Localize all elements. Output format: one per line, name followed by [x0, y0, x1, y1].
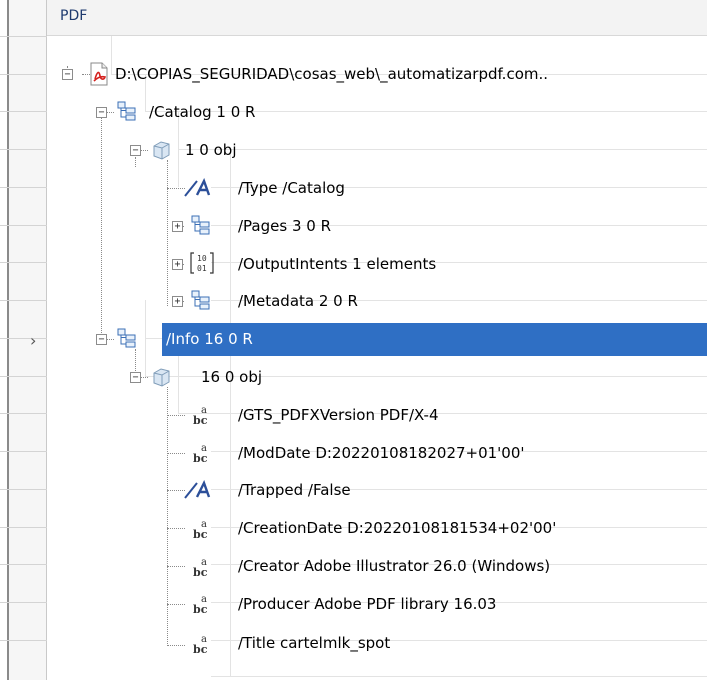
tree-node-creationdate[interactable]: /CreationDate D:20220108181534+02'00' [238, 519, 556, 537]
cube-icon [150, 139, 172, 165]
svg-text:bc: bc [193, 528, 208, 541]
column-header-title: PDF [60, 8, 88, 24]
collapse-toggle-root[interactable]: − [62, 69, 73, 80]
svg-text:bc: bc [193, 603, 208, 616]
tree-node-pages[interactable]: /Pages 3 0 R [238, 217, 331, 235]
tree-node-catalog-obj[interactable]: 1 0 obj [185, 141, 237, 159]
svg-text:bc: bc [193, 452, 208, 465]
svg-text:bc: bc [193, 643, 208, 656]
expand-toggle-output-intents[interactable]: + [172, 259, 183, 270]
structure-icon [191, 215, 211, 239]
tree-node-catalog[interactable]: /Catalog 1 0 R [149, 103, 255, 121]
svg-text:01: 01 [197, 264, 207, 273]
tree-node-info[interactable]: /Info 16 0 R [166, 330, 253, 348]
expand-toggle-pages[interactable]: + [172, 221, 183, 232]
tree-node-output-intents[interactable]: /OutputIntents 1 elements [238, 255, 436, 273]
tree-node-metadata[interactable]: /Metadata 2 0 R [238, 292, 358, 310]
string-icon: a bc [190, 403, 216, 431]
tree-node-gts[interactable]: /GTS_PDFXVersion PDF/X-4 [238, 406, 439, 424]
string-icon: a bc [190, 632, 216, 660]
svg-text:bc: bc [193, 414, 208, 427]
tree-node-moddate[interactable]: /ModDate D:20220108182027+01'00' [238, 444, 525, 462]
structure-icon [117, 101, 137, 125]
tree-node-title[interactable]: /Title cartelmlk_spot [238, 634, 390, 652]
cube-icon [150, 366, 172, 392]
collapse-toggle-info[interactable]: − [96, 334, 107, 345]
string-icon: a bc [190, 441, 216, 469]
string-icon: a bc [190, 555, 216, 583]
tree-node-info-obj[interactable]: 16 0 obj [201, 368, 262, 386]
column-header[interactable] [47, 0, 707, 36]
svg-text:10: 10 [197, 254, 207, 263]
current-row-indicator-icon: › [30, 331, 37, 350]
expand-toggle-metadata[interactable]: + [172, 296, 183, 307]
collapse-toggle-catalog-obj[interactable]: − [130, 145, 141, 156]
tree-node-root[interactable]: D:\COPIAS_SEGURIDAD\cosas_web\_automatiz… [115, 65, 548, 83]
name-icon [183, 479, 215, 504]
name-icon [183, 177, 215, 202]
collapse-toggle-catalog[interactable]: − [96, 107, 107, 118]
tree-node-creator[interactable]: /Creator Adobe Illustrator 26.0 (Windows… [238, 557, 550, 575]
tree-node-producer[interactable]: /Producer Adobe PDF library 16.03 [238, 595, 496, 613]
structure-icon [191, 290, 211, 314]
pdf-file-icon [88, 62, 110, 90]
window-left-edge [0, 0, 9, 680]
collapse-toggle-info-obj[interactable]: − [130, 372, 141, 383]
tree-node-type[interactable]: /Type /Catalog [238, 179, 345, 197]
structure-icon [117, 328, 137, 352]
string-icon: a bc [190, 592, 216, 620]
pdf-tree-view: PDF › − D:\COPIAS_SEGURIDAD\cosas_web\_a… [0, 0, 707, 680]
tree-node-trapped[interactable]: /Trapped /False [238, 481, 351, 499]
svg-text:bc: bc [193, 566, 208, 579]
string-icon: a bc [190, 517, 216, 545]
array-icon: 10 01 [189, 251, 215, 279]
